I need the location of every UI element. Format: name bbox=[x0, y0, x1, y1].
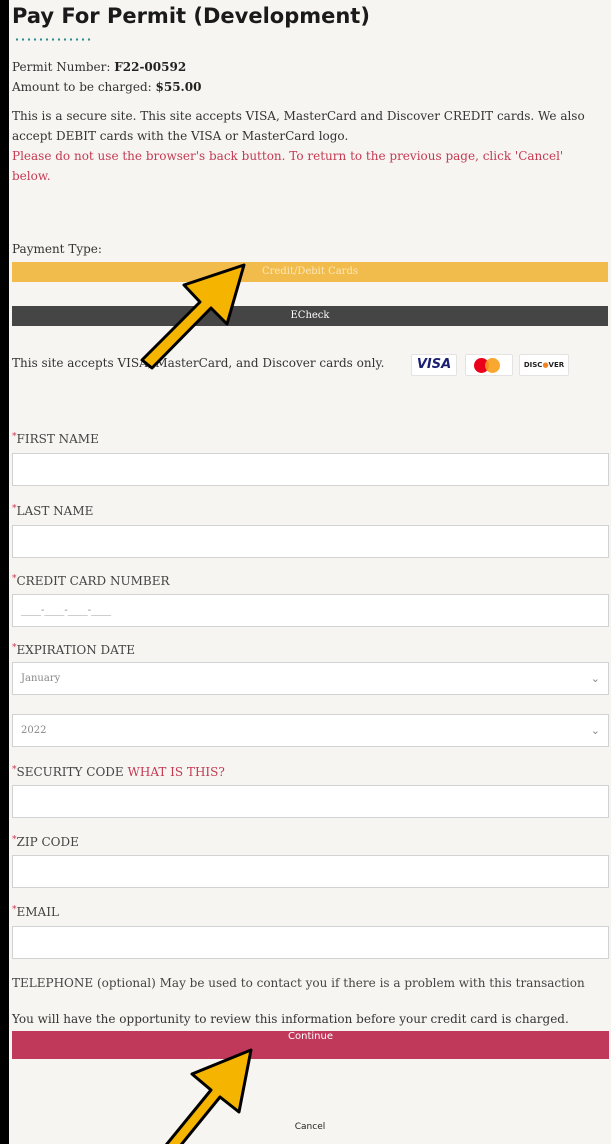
chevron-down-icon: ⌄ bbox=[590, 672, 600, 685]
title-underline bbox=[14, 38, 92, 41]
zip-code-input[interactable] bbox=[12, 855, 609, 888]
expiration-label-text: EXPIRATION DATE bbox=[16, 643, 135, 657]
review-notice: You will have the opportunity to review … bbox=[12, 1012, 569, 1026]
first-name-label: *FIRST NAME bbox=[12, 432, 99, 446]
email-input[interactable] bbox=[12, 926, 609, 959]
first-name-input[interactable] bbox=[12, 453, 609, 486]
security-code-input[interactable] bbox=[12, 785, 609, 818]
discover-logo-text-a: DISC bbox=[523, 361, 543, 369]
card-number-label: *CREDIT CARD NUMBER bbox=[12, 574, 170, 588]
last-name-label: *LAST NAME bbox=[12, 504, 93, 518]
zip-code-label-text: ZIP CODE bbox=[16, 835, 79, 849]
expiration-month-value: January bbox=[21, 673, 61, 684]
first-name-label-text: FIRST NAME bbox=[16, 432, 99, 446]
email-label-text: EMAIL bbox=[16, 905, 59, 919]
cancel-link[interactable]: Cancel bbox=[9, 1122, 611, 1132]
expiration-month-select[interactable]: January ⌄ bbox=[12, 662, 609, 695]
email-label: *EMAIL bbox=[12, 905, 59, 919]
continue-button[interactable]: Continue bbox=[12, 1031, 609, 1059]
discover-logo-text-b: VER bbox=[548, 361, 565, 369]
security-code-label-text: SECURITY CODE bbox=[16, 765, 124, 779]
card-number-input[interactable]: ____-____-____-____ bbox=[12, 594, 609, 627]
permit-number-value: F22-00592 bbox=[114, 60, 187, 74]
chevron-down-icon: ⌄ bbox=[590, 724, 600, 737]
accepted-cards-text: This site accepts VISA, MasterCard, and … bbox=[12, 356, 385, 370]
amount-value: $55.00 bbox=[155, 80, 202, 94]
mastercard-orange-circle bbox=[485, 358, 500, 373]
telephone-label: TELEPHONE (optional) May be used to cont… bbox=[12, 976, 585, 990]
security-code-label: *SECURITY CODE WHAT IS THIS? bbox=[12, 765, 225, 779]
page-title: Pay For Permit (Development) bbox=[12, 4, 370, 28]
payment-type-label: Payment Type: bbox=[12, 242, 102, 256]
what-is-this-link[interactable]: WHAT IS THIS? bbox=[128, 765, 225, 779]
telephone-spacer-3 bbox=[12, 996, 609, 997]
secure-site-info: This is a secure site. This site accepts… bbox=[12, 109, 585, 143]
permit-number-row: Permit Number: F22-00592 bbox=[12, 60, 186, 74]
back-button-warning: Please do not use the browser's back but… bbox=[12, 149, 564, 183]
payment-page: Pay For Permit (Development) Permit Numb… bbox=[9, 0, 611, 1144]
amount-row: Amount to be charged: $55.00 bbox=[12, 80, 201, 94]
expiration-year-select[interactable]: 2022 ⌄ bbox=[12, 714, 609, 747]
last-name-label-text: LAST NAME bbox=[16, 504, 94, 518]
card-number-label-text: CREDIT CARD NUMBER bbox=[16, 574, 170, 588]
amount-label: Amount to be charged: bbox=[12, 80, 152, 94]
tab-echeck[interactable]: ECheck bbox=[12, 306, 608, 326]
zip-code-label: *ZIP CODE bbox=[12, 835, 79, 849]
discover-logo: DISC●VER bbox=[519, 354, 569, 376]
expiration-year-value: 2022 bbox=[21, 725, 47, 736]
expiration-label: *EXPIRATION DATE bbox=[12, 643, 135, 657]
permit-number-label: Permit Number: bbox=[12, 60, 111, 74]
mastercard-logo bbox=[465, 354, 513, 376]
tab-credit-debit-cards[interactable]: Credit/Debit Cards bbox=[12, 262, 608, 282]
last-name-input[interactable] bbox=[12, 525, 609, 558]
visa-logo: VISA bbox=[411, 354, 457, 376]
